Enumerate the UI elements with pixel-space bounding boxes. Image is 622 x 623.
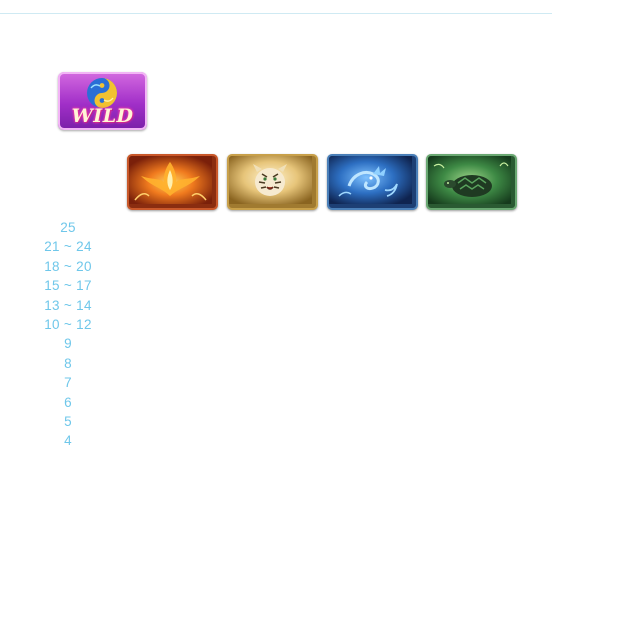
phoenix-icon: [129, 156, 212, 204]
count-row: 13 ~ 14: [44, 297, 92, 313]
tiger-icon: [229, 156, 312, 204]
count-row: 10 ~ 12: [44, 316, 92, 332]
tortoise-icon: [428, 156, 511, 204]
count-row: 15 ~ 17: [44, 278, 92, 294]
count-row: 5: [64, 413, 72, 429]
phoenix-symbol-tile: [127, 154, 218, 210]
paytable-page: WILD 25 21 ~ 24 18 ~ 20 15 ~ 17 13 ~ 14 …: [0, 0, 622, 623]
tortoise-symbol-tile: [426, 154, 517, 210]
count-row: 7: [64, 375, 72, 391]
top-divider: [0, 13, 552, 14]
wild-symbol-tile: WILD: [58, 72, 147, 130]
wild-label: WILD: [71, 105, 134, 127]
symbol-count-list: 25 21 ~ 24 18 ~ 20 15 ~ 17 13 ~ 14 10 ~ …: [28, 218, 108, 451]
count-row: 21 ~ 24: [44, 239, 92, 255]
count-row: 18 ~ 20: [44, 258, 92, 274]
dragon-symbol-tile: [327, 154, 418, 210]
count-row: 4: [64, 433, 72, 449]
count-row: 8: [64, 355, 72, 371]
count-row: 9: [64, 336, 72, 352]
count-row: 6: [64, 394, 72, 410]
dragon-icon: [329, 156, 412, 204]
tiger-symbol-tile: [227, 154, 318, 210]
count-row: 25: [60, 220, 76, 235]
